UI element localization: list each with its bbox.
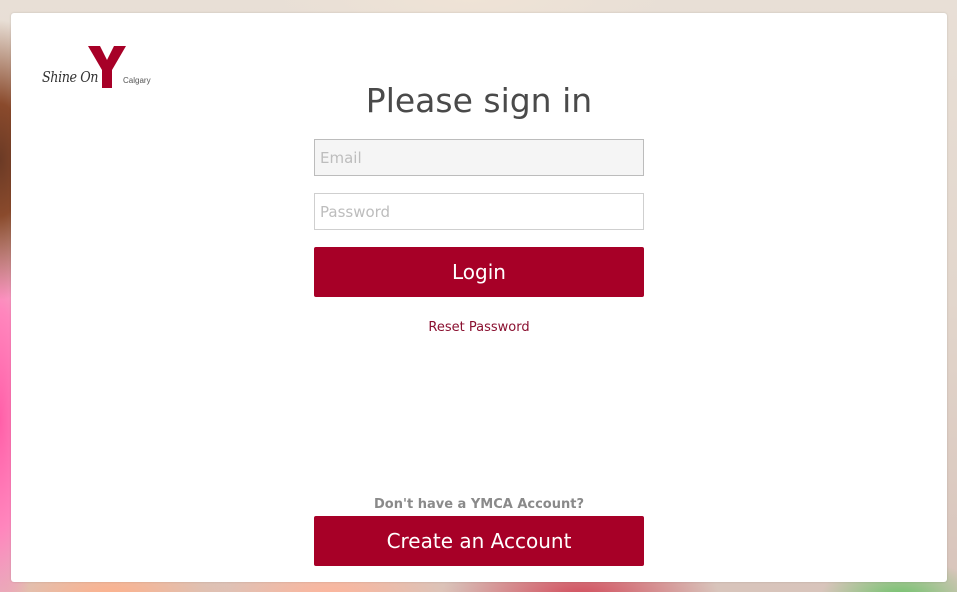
password-field[interactable]	[314, 193, 644, 230]
email-field[interactable]	[314, 139, 644, 176]
sign-in-card: Shine On Calgary Please sign in Login Re…	[11, 13, 947, 582]
reset-password-link[interactable]: Reset Password	[11, 320, 947, 335]
create-account-button[interactable]: Create an Account	[314, 516, 644, 566]
page-title: Please sign in	[365, 81, 593, 120]
no-account-prompt: Don't have a YMCA Account?	[374, 497, 584, 512]
login-button[interactable]: Login	[314, 247, 644, 297]
